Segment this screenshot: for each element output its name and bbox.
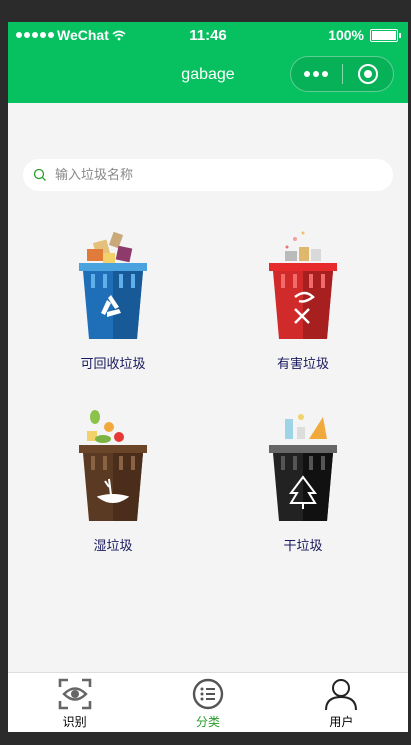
tab-user[interactable]: 用户 bbox=[275, 673, 408, 732]
status-bar: WeChat 11:46 100% bbox=[8, 22, 408, 48]
search-icon bbox=[33, 168, 46, 181]
category-label: 有害垃圾 bbox=[276, 357, 329, 372]
mini-program-capsule bbox=[290, 56, 394, 92]
more-dots-icon bbox=[304, 71, 311, 77]
phone-screen: WeChat 11:46 100% gabage 输入垃圾名称 可回收垃圾 有害… bbox=[8, 22, 408, 732]
user-icon bbox=[325, 679, 358, 711]
more-button[interactable] bbox=[291, 71, 342, 77]
list-icon bbox=[192, 678, 224, 710]
search-bar[interactable] bbox=[23, 159, 393, 191]
hazard-icon bbox=[269, 231, 337, 339]
nav-bar: gabage bbox=[8, 48, 408, 103]
category-label: 干垃圾 bbox=[283, 539, 323, 554]
tab-label: 用户 bbox=[329, 715, 354, 729]
battery-icon bbox=[370, 28, 401, 42]
category-label: 湿垃圾 bbox=[93, 539, 133, 554]
category-grid: 可回收垃圾 有害垃圾 湿垃圾 干垃圾 bbox=[8, 227, 408, 577]
battery-percent: 100% bbox=[328, 27, 364, 43]
tab-label: 分类 bbox=[195, 715, 220, 729]
category-wet[interactable]: 湿垃圾 bbox=[43, 409, 183, 554]
tab-label: 识别 bbox=[62, 715, 87, 729]
dry-waste-icon bbox=[269, 414, 337, 521]
close-button[interactable] bbox=[343, 63, 394, 85]
recycle-icon bbox=[79, 231, 147, 339]
category-hazardous[interactable]: 有害垃圾 bbox=[233, 227, 373, 372]
category-recyclable[interactable]: 可回收垃圾 bbox=[43, 227, 183, 372]
category-label: 可回收垃圾 bbox=[80, 357, 146, 372]
tab-recognize[interactable]: 识别 bbox=[8, 673, 141, 732]
category-dry[interactable]: 干垃圾 bbox=[233, 409, 373, 554]
food-waste-icon bbox=[79, 410, 147, 521]
tab-bar: 识别 分类 用户 bbox=[8, 672, 408, 732]
target-close-icon bbox=[357, 64, 378, 84]
battery-area: 100% bbox=[328, 27, 401, 43]
eye-scan-icon bbox=[58, 678, 91, 710]
tab-classify[interactable]: 分类 bbox=[141, 673, 274, 732]
search-input[interactable] bbox=[53, 166, 357, 184]
